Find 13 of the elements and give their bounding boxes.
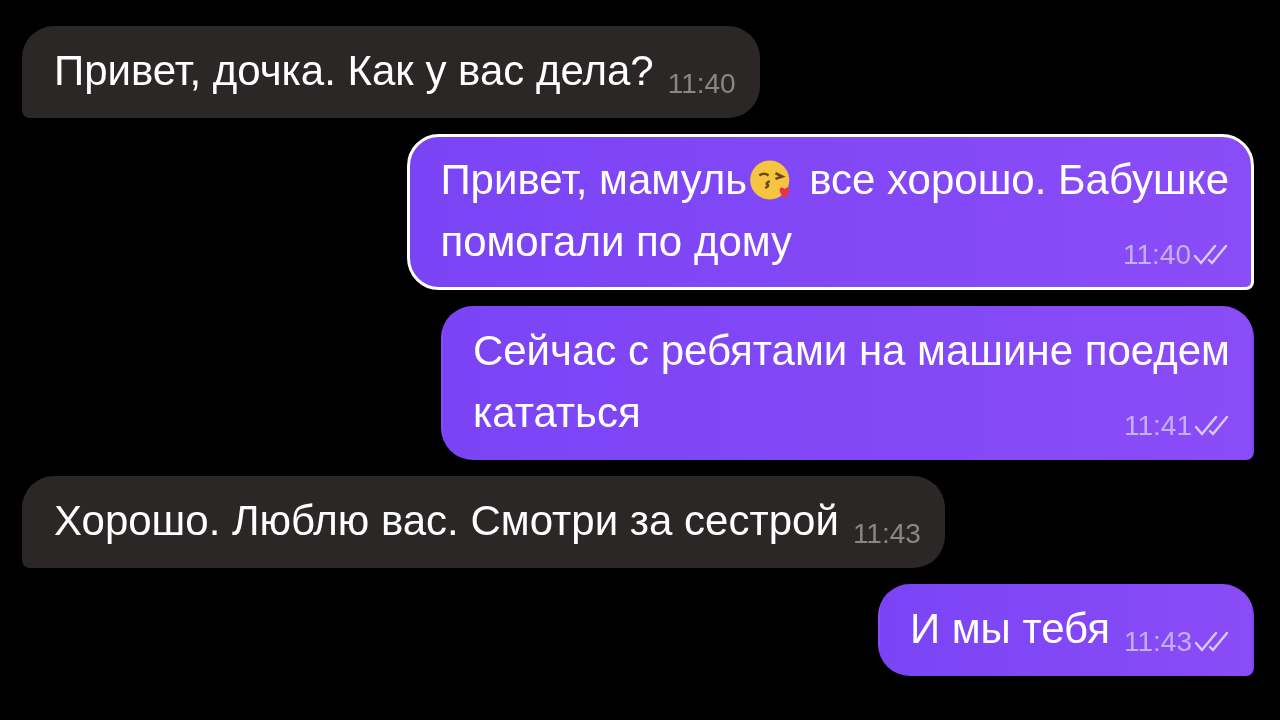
message-text: Хорошо. Люблю вас. Смотри за сестрой (54, 496, 839, 546)
message-time: 11:43 (852, 518, 921, 550)
message-text: Привет, дочка. Как у вас дела? (54, 46, 654, 96)
message-time: 11:40 (1123, 239, 1191, 271)
message-text: кататься (472, 388, 641, 438)
message-text: помогали по дому (440, 217, 793, 267)
message-time: 11:43 (1124, 626, 1192, 658)
message-text: Сейчас с ребятами на машине поедем (472, 326, 1230, 376)
message-text: Привет, мамуль (440, 155, 748, 205)
message-text: И мы тебя (909, 604, 1110, 654)
message-time: 11:41 (1124, 410, 1192, 442)
message-time: 11:40 (667, 68, 736, 100)
message-text: все хорошо. Бабушке (809, 155, 1229, 205)
